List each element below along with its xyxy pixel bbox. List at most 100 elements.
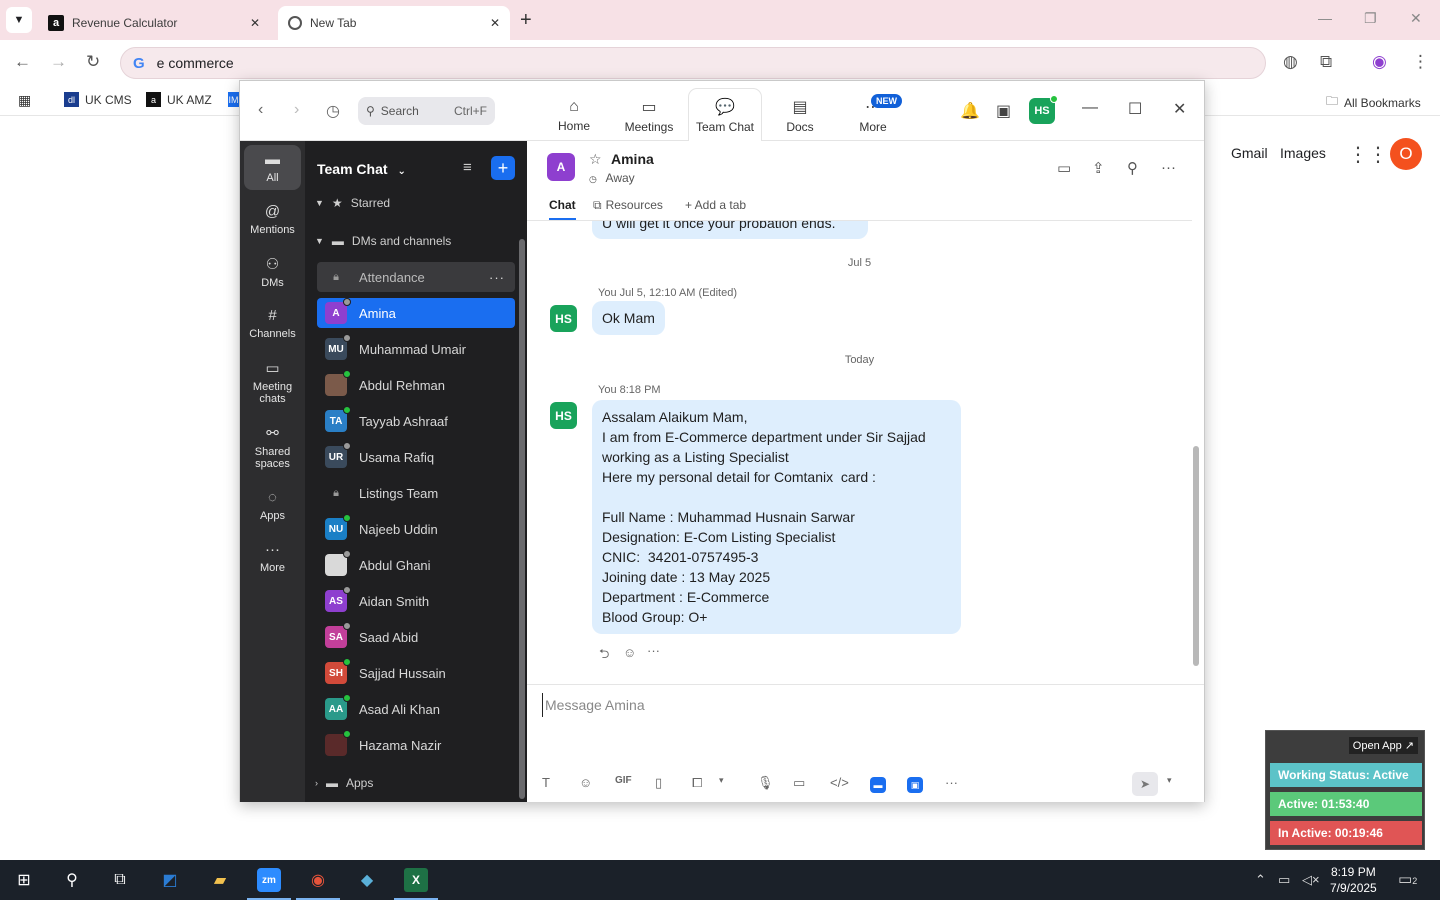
- video-call-icon[interactable]: ▭: [1057, 159, 1071, 177]
- rail-apps[interactable]: ◌ Apps: [244, 483, 301, 528]
- emoji-icon[interactable]: ☺: [579, 775, 592, 790]
- code-icon[interactable]: </>: [830, 775, 849, 790]
- app-integration-icon[interactable]: ▣: [907, 777, 923, 793]
- clock[interactable]: 8:19 PM 7/9/2025: [1330, 864, 1377, 896]
- sidebar-item-saad-abid[interactable]: SA Saad Abid: [317, 622, 515, 652]
- sender-avatar[interactable]: HS: [550, 402, 577, 429]
- reply-icon[interactable]: ⮌: [599, 645, 609, 667]
- tab-team-chat[interactable]: 💬 Team Chat: [689, 89, 761, 141]
- previous-message[interactable]: U will get it once your probation ends.: [592, 221, 868, 239]
- windows-start-icon[interactable]: ⊞: [12, 868, 36, 892]
- search-icon[interactable]: ⚲: [1127, 159, 1138, 177]
- browser-tab-revenue-calculator[interactable]: a Revenue Calculator ✕: [38, 6, 270, 40]
- star-icon[interactable]: ☆: [589, 151, 602, 168]
- menu-icon[interactable]: ⋮: [1412, 52, 1429, 72]
- more-actions-icon[interactable]: ···: [647, 643, 660, 658]
- minimize-icon[interactable]: —: [1318, 10, 1332, 26]
- sender-avatar[interactable]: HS: [550, 305, 577, 332]
- message-bubble[interactable]: Assalam Alaikum Mam, I am from E-Commerc…: [592, 400, 961, 634]
- more-options-icon[interactable]: ···: [1161, 159, 1176, 176]
- chat-scrollbar[interactable]: [1193, 446, 1199, 666]
- task-view-icon[interactable]: ⧉: [108, 868, 132, 892]
- sidebar-item-muhammad-umair[interactable]: MU Muhammad Umair: [317, 334, 515, 364]
- file-icon[interactable]: ▯: [655, 775, 662, 791]
- sidebar-title[interactable]: Team Chat ⌄: [317, 161, 406, 177]
- address-text[interactable]: e commerce: [157, 55, 234, 71]
- sidebar-item-abdul-rehman[interactable]: Abdul Rehman: [317, 370, 515, 400]
- browser-tab-new-tab[interactable]: New Tab ✕: [278, 6, 510, 40]
- notification-bell-icon[interactable]: 🔔: [960, 101, 980, 121]
- text-format-icon[interactable]: T: [542, 775, 550, 790]
- user-avatar[interactable]: HS: [1029, 95, 1058, 124]
- sidebar-item-tayyab-ashraaf[interactable]: TA Tayyab Ashraaf: [317, 406, 515, 436]
- sidebar-item-listings-team[interactable]: 🔒︎ Listings Team: [317, 478, 515, 508]
- chevron-down-icon[interactable]: ▾: [719, 775, 724, 786]
- new-chat-button[interactable]: +: [491, 156, 515, 180]
- sidebar-item-najeeb-uddin[interactable]: NU Najeeb Uddin: [317, 514, 515, 544]
- translate-icon[interactable]: ◍: [1283, 52, 1298, 72]
- tab-home[interactable]: ⌂ Home: [538, 89, 610, 141]
- notification-center-icon[interactable]: ▭2: [1398, 870, 1417, 888]
- bookmark-uk-amz[interactable]: a UK AMZ: [146, 92, 212, 107]
- section-apps[interactable]: › ▬ Apps: [315, 776, 373, 790]
- google-account-avatar[interactable]: O: [1390, 138, 1422, 170]
- zoom-app-icon[interactable]: zm: [247, 868, 291, 900]
- network-icon[interactable]: ▭: [1278, 872, 1290, 888]
- sidebar-item-usama-rafiq[interactable]: UR Usama Rafiq: [317, 442, 515, 472]
- sidebar-item-hazama-nazir[interactable]: Hazama Nazir: [317, 730, 515, 760]
- apps-grid-icon[interactable]: ▦: [18, 92, 31, 109]
- zoom-search-input[interactable]: ⚲ Search Ctrl+F: [358, 97, 495, 125]
- minimize-icon[interactable]: —: [1082, 99, 1098, 117]
- section-starred[interactable]: ▼ ★ Starred: [315, 196, 390, 210]
- excel-icon[interactable]: X: [394, 868, 438, 900]
- forward-icon[interactable]: →: [50, 52, 67, 72]
- tab-docs[interactable]: ▤ Docs: [764, 89, 836, 141]
- sidebar-item-amina[interactable]: A Amina: [317, 298, 515, 328]
- close-tab-icon[interactable]: ✕: [250, 16, 260, 30]
- calendar-icon[interactable]: ▣: [996, 101, 1011, 121]
- rail-dms[interactable]: ⚇ DMs: [244, 249, 301, 295]
- sidebar-item-asad-ali-khan[interactable]: AA Asad Ali Khan: [317, 694, 515, 724]
- send-button[interactable]: ➤: [1132, 772, 1158, 796]
- video-message-icon[interactable]: ▭: [793, 775, 805, 791]
- back-icon[interactable]: ←: [14, 52, 31, 72]
- forward-icon[interactable]: ›: [294, 101, 299, 119]
- chrome-icon[interactable]: ◉: [296, 868, 340, 900]
- rail-all[interactable]: ▬ All: [244, 145, 301, 190]
- sidebar-item-abdul-ghani[interactable]: Abdul Ghani: [317, 550, 515, 580]
- gif-icon[interactable]: GIF: [615, 775, 632, 786]
- extensions-icon[interactable]: ⧉: [1320, 52, 1332, 72]
- add-tab-button[interactable]: + Add a tab: [685, 198, 746, 212]
- file-explorer-icon[interactable]: ▰: [208, 868, 232, 892]
- microphone-icon[interactable]: 🎙︎: [757, 775, 774, 791]
- more-options-icon[interactable]: ···: [945, 775, 958, 790]
- filter-icon[interactable]: ≡: [463, 159, 472, 176]
- sidebar-item-aidan-smith[interactable]: AS Aidan Smith: [317, 586, 515, 616]
- sidebar-item-attendance[interactable]: 🔒︎ Attendance ···: [317, 262, 515, 292]
- more-options-icon[interactable]: ···: [489, 270, 505, 285]
- screenshot-icon[interactable]: ⧠: [692, 775, 702, 791]
- images-link[interactable]: Images: [1280, 145, 1326, 161]
- close-tab-icon[interactable]: ✕: [490, 16, 500, 30]
- volume-icon[interactable]: ◁×: [1302, 872, 1320, 888]
- bookmark-uk-cms[interactable]: dl UK CMS: [64, 92, 132, 107]
- restore-icon[interactable]: ❐: [1364, 10, 1377, 27]
- sidebar-scrollbar[interactable]: [519, 239, 525, 799]
- address-bar[interactable]: G e commerce: [120, 47, 1266, 79]
- new-tab-button[interactable]: +: [520, 9, 532, 32]
- outlook-icon[interactable]: ◩: [158, 868, 182, 892]
- rail-channels[interactable]: # Channels: [244, 301, 301, 346]
- back-icon[interactable]: ‹: [258, 101, 263, 119]
- search-icon[interactable]: ⚲: [60, 868, 84, 892]
- tab-chat[interactable]: Chat: [549, 198, 576, 220]
- maximize-icon[interactable]: ☐: [1128, 99, 1142, 119]
- share-screen-icon[interactable]: ⇪: [1092, 159, 1105, 177]
- profile-icon[interactable]: ◉: [1372, 52, 1387, 72]
- app-integration-icon[interactable]: ▬: [870, 777, 886, 793]
- tab-meetings[interactable]: ▭ Meetings: [613, 89, 685, 141]
- history-icon[interactable]: ◷: [326, 101, 340, 121]
- section-dms-channels[interactable]: ▼ ▬ DMs and channels: [315, 234, 451, 248]
- open-app-button[interactable]: Open App ↗: [1348, 737, 1418, 754]
- rail-shared-spaces[interactable]: ⚯ Shared spaces: [244, 418, 301, 476]
- message-bubble[interactable]: Ok Mam: [592, 301, 665, 335]
